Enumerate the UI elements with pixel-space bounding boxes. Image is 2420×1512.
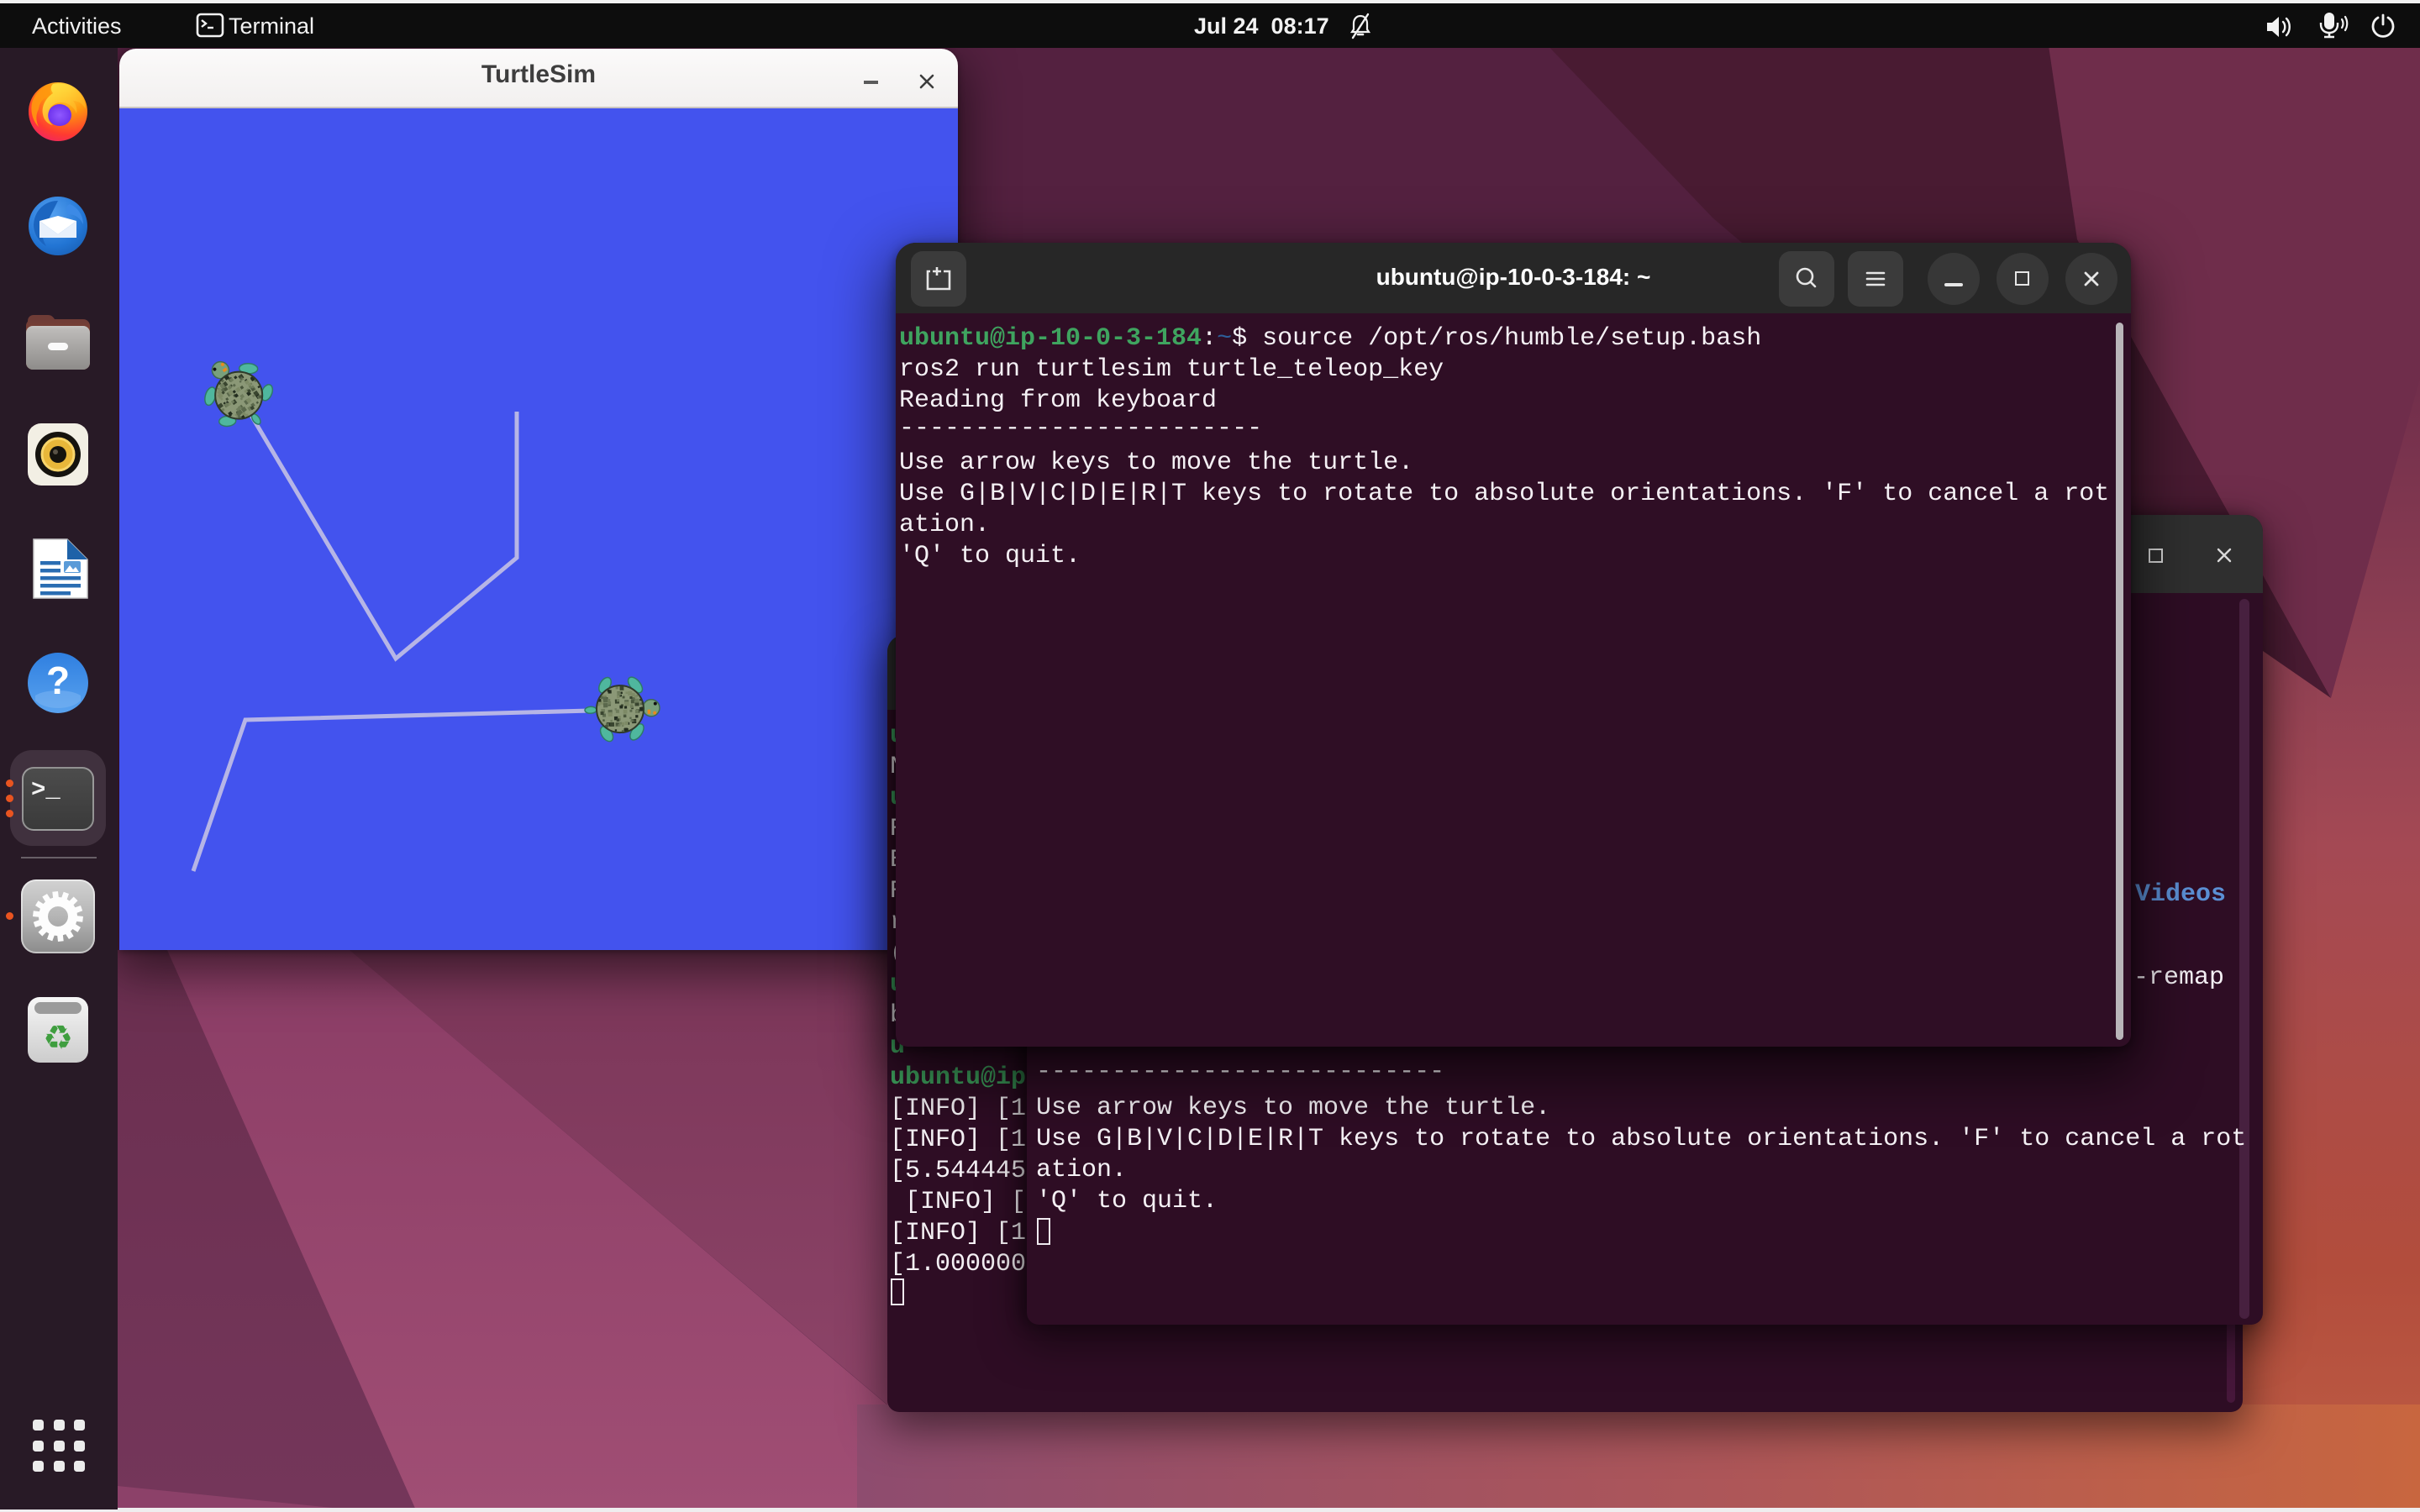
svg-text:♻: ♻ xyxy=(43,1020,73,1057)
